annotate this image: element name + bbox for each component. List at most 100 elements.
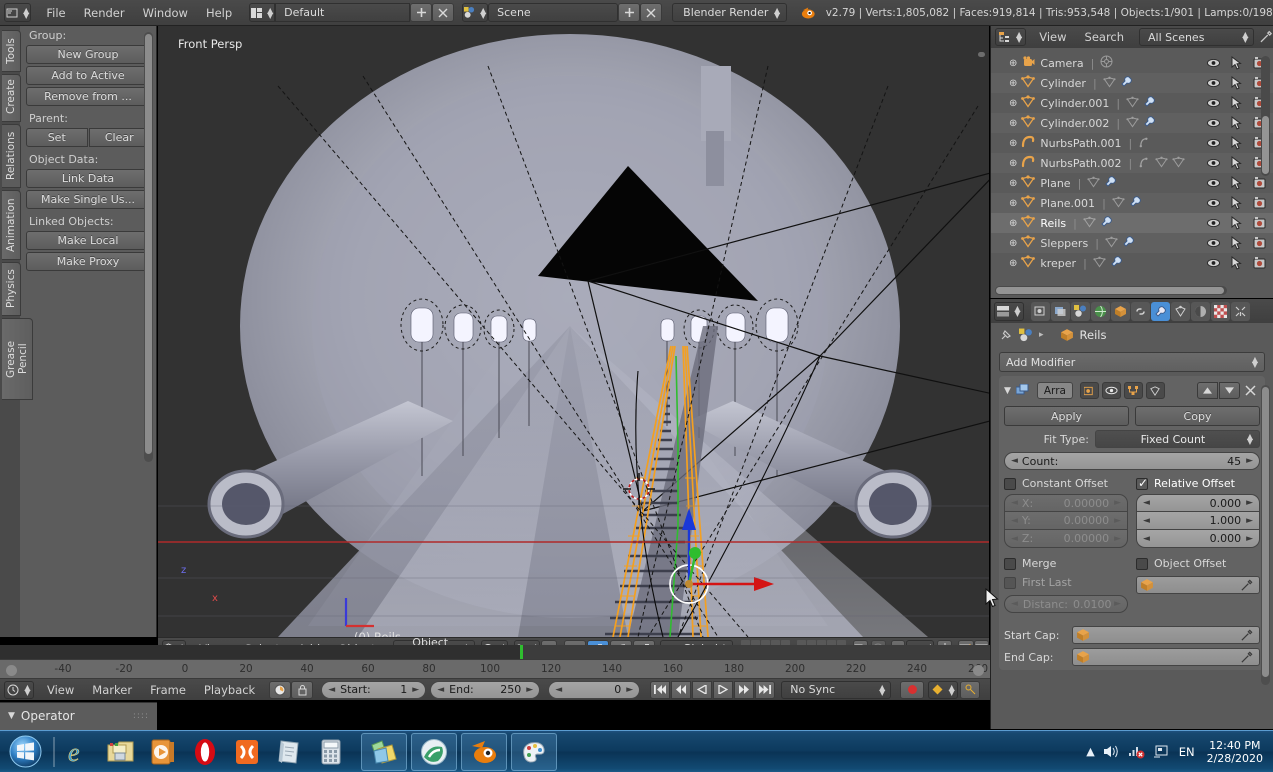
tab-create[interactable]: Create [2, 74, 21, 122]
cursor-arrow-icon[interactable] [1231, 196, 1243, 210]
camera-render-icon[interactable] [1253, 177, 1267, 189]
taskbar-window-browser[interactable] [411, 732, 457, 771]
object-offset-checkbox[interactable] [1136, 557, 1148, 570]
mesh-data-icon[interactable] [1105, 236, 1118, 251]
modifier-cage-toggle[interactable] [1145, 382, 1165, 399]
eyedropper-icon[interactable] [1240, 651, 1253, 664]
relative-offset-toggle[interactable]: Relative Offset [1136, 476, 1260, 490]
eye-icon[interactable] [1206, 158, 1221, 168]
expand-toggle-icon[interactable]: ⊕ [1009, 218, 1017, 229]
frame-end-field[interactable]: ◄ End: 250 ► [430, 680, 541, 699]
object-data-tab-icon[interactable] [1171, 301, 1190, 321]
tab-animation[interactable]: Animation [2, 190, 21, 260]
cursor-arrow-icon[interactable] [1231, 156, 1243, 170]
parent-clear-button[interactable]: Clear [88, 128, 150, 147]
end-cap-field[interactable] [1072, 648, 1260, 666]
record-button[interactable] [900, 680, 925, 699]
start-button[interactable] [0, 732, 50, 772]
increment-arrow-icon[interactable]: ► [1246, 534, 1253, 544]
mesh-data-icon[interactable] [1172, 156, 1185, 171]
decrement-arrow-icon[interactable]: ◄ [1011, 516, 1018, 526]
cursor-arrow-icon[interactable] [1231, 136, 1243, 150]
outliner-row-nurbspath-002[interactable]: ⊕ NurbsPath.002 | [991, 153, 1273, 173]
timeline-ruler[interactable]: -40-200204060801001201401601802002202402… [0, 659, 990, 679]
outliner-vertical-scrollbar[interactable] [1261, 56, 1270, 176]
constant-offset-x-field[interactable]: ◄ X: 0.00000 ► [1004, 494, 1128, 512]
remove-from-group-button[interactable]: Remove from ... [26, 87, 150, 106]
tray-show-hidden-icon[interactable]: ▲ [1086, 745, 1094, 758]
outliner-horizontal-scrollbar[interactable] [995, 286, 1227, 295]
outliner-row-kreper[interactable]: ⊕ kreper | [991, 253, 1273, 273]
play-button[interactable] [713, 680, 734, 699]
expand-toggle-icon[interactable]: ⊕ [1009, 158, 1017, 169]
screen-layout-icon-box[interactable]: ▲ ▼ [249, 3, 276, 22]
increment-arrow-icon[interactable]: ► [412, 685, 419, 695]
editor-type-selector-timeline[interactable]: ▲ ▼ [4, 680, 34, 699]
decrement-arrow-icon[interactable]: ◄ [437, 685, 444, 695]
decrement-arrow-icon[interactable]: ◄ [328, 685, 335, 695]
delete-scene-button[interactable] [640, 3, 663, 22]
camera-data-icon[interactable] [1100, 55, 1113, 71]
menu-help[interactable]: Help [197, 2, 241, 24]
jump-to-start-button[interactable] [650, 680, 671, 699]
editor-type-selector-properties[interactable]: ▲ ▼ [994, 301, 1024, 321]
increment-arrow-icon[interactable]: ► [526, 685, 533, 695]
make-proxy-button[interactable]: Make Proxy [26, 252, 150, 271]
constant-offset-y-field[interactable]: ◄ Y: 0.00000 ► [1004, 512, 1128, 530]
outliner-row-cylinder-001[interactable]: ⊕ Cylinder.001 | [991, 93, 1273, 113]
taskbar-internet-explorer[interactable]: e [58, 733, 100, 771]
expand-toggle-icon[interactable]: ⊕ [1009, 98, 1017, 109]
taskbar-media-player[interactable] [142, 733, 184, 771]
keying-set-extra-button[interactable] [960, 680, 981, 699]
taskbar-window-folder[interactable] [361, 732, 407, 771]
count-field[interactable]: ◄ Count: 45 ► [1004, 452, 1260, 470]
copy-modifier-button[interactable]: Copy [1135, 406, 1260, 426]
mesh-data-icon[interactable] [1126, 116, 1139, 131]
mesh-data-icon[interactable] [1093, 256, 1106, 271]
keying-set-selector[interactable]: ▲ ▼ [928, 680, 959, 699]
eye-icon[interactable] [1206, 258, 1221, 268]
menu-file[interactable]: File [37, 2, 74, 24]
expand-toggle-icon[interactable]: ⊕ [1009, 118, 1017, 129]
expand-toggle-icon[interactable]: ⊕ [1009, 58, 1017, 69]
decrement-arrow-icon[interactable]: ◄ [1143, 516, 1150, 526]
add-to-active-button[interactable]: Add to Active [26, 66, 150, 85]
mesh-data-icon[interactable] [1126, 96, 1139, 111]
increment-arrow-icon[interactable]: ► [1114, 599, 1121, 609]
material-tab-icon[interactable] [1191, 301, 1210, 321]
render-layers-tab-icon[interactable] [1051, 301, 1070, 321]
cursor-arrow-icon[interactable] [1231, 56, 1243, 70]
cursor-arrow-icon[interactable] [1231, 236, 1243, 250]
camera-render-icon[interactable] [1253, 197, 1267, 209]
modifier-viewport-toggle[interactable] [1101, 382, 1121, 399]
first-last-toggle[interactable]: First Last [1004, 576, 1128, 589]
increment-arrow-icon[interactable]: ► [1246, 516, 1253, 526]
eye-icon[interactable] [1206, 218, 1221, 228]
previous-keyframe-button[interactable] [671, 680, 692, 699]
mesh-data-icon[interactable] [1155, 156, 1168, 171]
outliner-row-nurbspath-001[interactable]: ⊕ NurbsPath.001 | [991, 133, 1273, 153]
object-tab-icon[interactable] [1111, 301, 1130, 321]
mesh-data-icon[interactable] [1087, 176, 1100, 191]
increment-arrow-icon[interactable]: ► [1246, 456, 1253, 466]
pin-icon[interactable] [999, 328, 1013, 342]
modifier-wrench-icon[interactable] [1110, 255, 1123, 271]
eye-icon[interactable] [1206, 58, 1221, 68]
constant-offset-checkbox[interactable] [1004, 477, 1016, 490]
first-last-checkbox[interactable] [1004, 576, 1016, 589]
start-cap-field[interactable] [1072, 626, 1260, 644]
eye-icon[interactable] [1206, 198, 1221, 208]
next-keyframe-button[interactable] [734, 680, 755, 699]
timeline-menu-frame[interactable]: Frame [141, 680, 195, 700]
decrement-arrow-icon[interactable]: ◄ [555, 685, 562, 695]
merge-distance-field[interactable]: ◄ Distanc: 0.0100 ► [1004, 595, 1128, 613]
eyedropper-icon[interactable] [1240, 629, 1253, 642]
increment-arrow-icon[interactable]: ► [626, 685, 633, 695]
curve-data-icon[interactable] [1138, 136, 1151, 151]
outliner-row-cylinder-002[interactable]: ⊕ Cylinder.002 | [991, 113, 1273, 133]
texture-tab-icon[interactable] [1211, 301, 1230, 321]
outliner-row-cylinder[interactable]: ⊕ Cylinder | [991, 73, 1273, 93]
decrement-arrow-icon[interactable]: ◄ [1011, 456, 1018, 466]
relative-offset-x-field[interactable]: ◄ 0.000 ► [1136, 494, 1260, 512]
render-engine-selector[interactable]: Blender Render ▲ ▼ [672, 3, 788, 22]
